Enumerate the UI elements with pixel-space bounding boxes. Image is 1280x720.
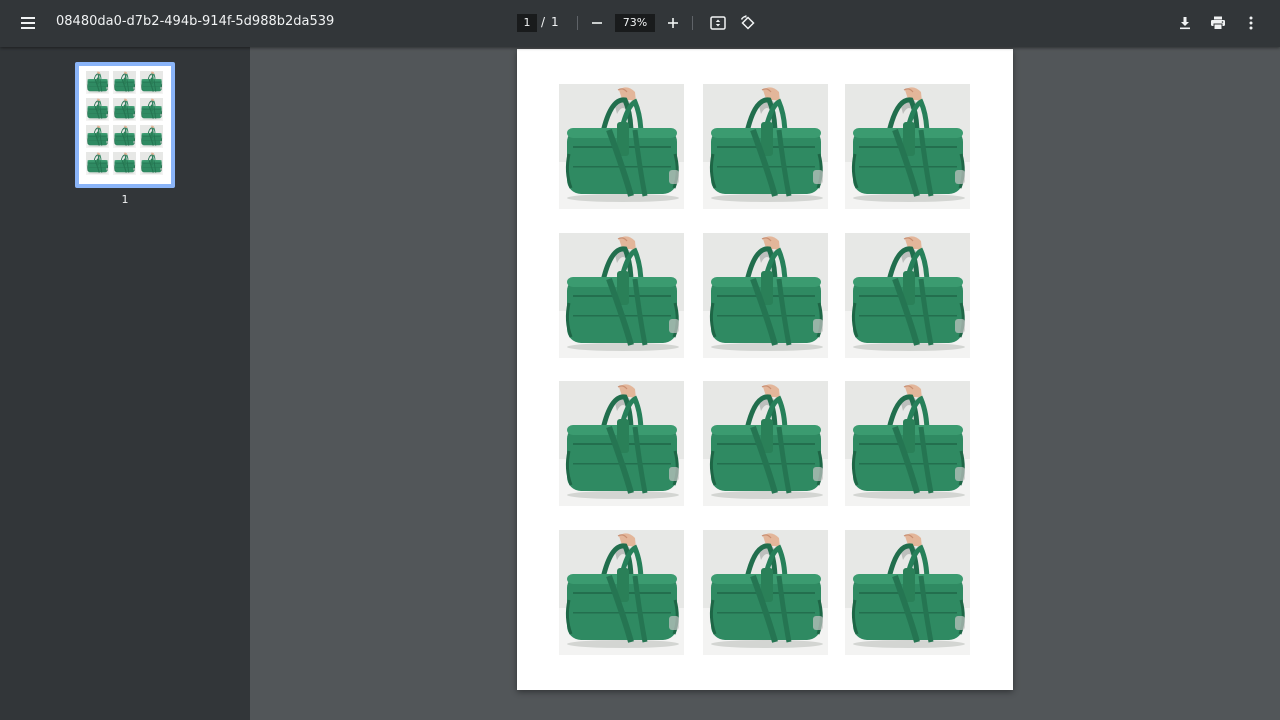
rotate-button[interactable] [732,7,764,39]
fit-to-page-icon [710,16,726,30]
print-button[interactable] [1202,7,1234,39]
thumbnail-page-number: 1 [121,193,129,206]
product-image [559,233,684,358]
thumbnail-product-image [140,71,163,94]
download-button[interactable] [1169,7,1201,39]
thumbnail-product-image [140,125,163,148]
product-image [845,530,970,655]
print-icon [1211,16,1225,30]
thumbnail-product-image [140,152,163,175]
page-number-input[interactable]: 1 [517,14,537,32]
thumbnail-product-image [113,98,136,121]
page-total: 1 [551,15,559,29]
thumbnail-product-image [113,125,136,148]
product-image [703,84,828,209]
minus-icon [592,22,602,24]
plus-icon [668,18,678,28]
product-image [559,84,684,209]
rotate-icon [740,15,755,30]
download-icon [1180,17,1190,30]
hamburger-menu-icon[interactable] [12,7,44,39]
document-title: 08480da0-d7b2-494b-914f-5d988b2da539 [56,14,335,29]
thumbnail-product-image [113,71,136,94]
product-image [845,84,970,209]
product-image [703,381,828,506]
pdf-toolbar: 08480da0-d7b2-494b-914f-5d988b2da539 1 /… [0,0,1280,47]
product-image [845,233,970,358]
thumbnail-product-image [86,98,109,121]
thumbnail-product-image [140,98,163,121]
thumbnail-sidebar: 1 [0,47,250,720]
thumbnail-product-image [113,152,136,175]
more-vertical-icon [1249,16,1253,30]
thumbnail-product-image [86,152,109,175]
product-image [559,530,684,655]
more-options-button[interactable] [1235,7,1267,39]
zoom-level-input[interactable]: 73% [615,14,655,32]
thumbnail-product-image [86,71,109,94]
fit-to-page-button[interactable] [702,7,734,39]
product-image [703,233,828,358]
thumbnail-preview [86,71,166,175]
pdf-page [517,49,1013,690]
zoom-out-button[interactable] [581,7,613,39]
page-separator: / [541,15,546,29]
thumbnail-product-image [86,125,109,148]
product-image [845,381,970,506]
zoom-in-button[interactable] [657,7,689,39]
product-image [559,381,684,506]
product-image [703,530,828,655]
page-thumbnail[interactable] [75,62,175,188]
toolbar-divider [577,16,578,30]
toolbar-divider [692,16,693,30]
